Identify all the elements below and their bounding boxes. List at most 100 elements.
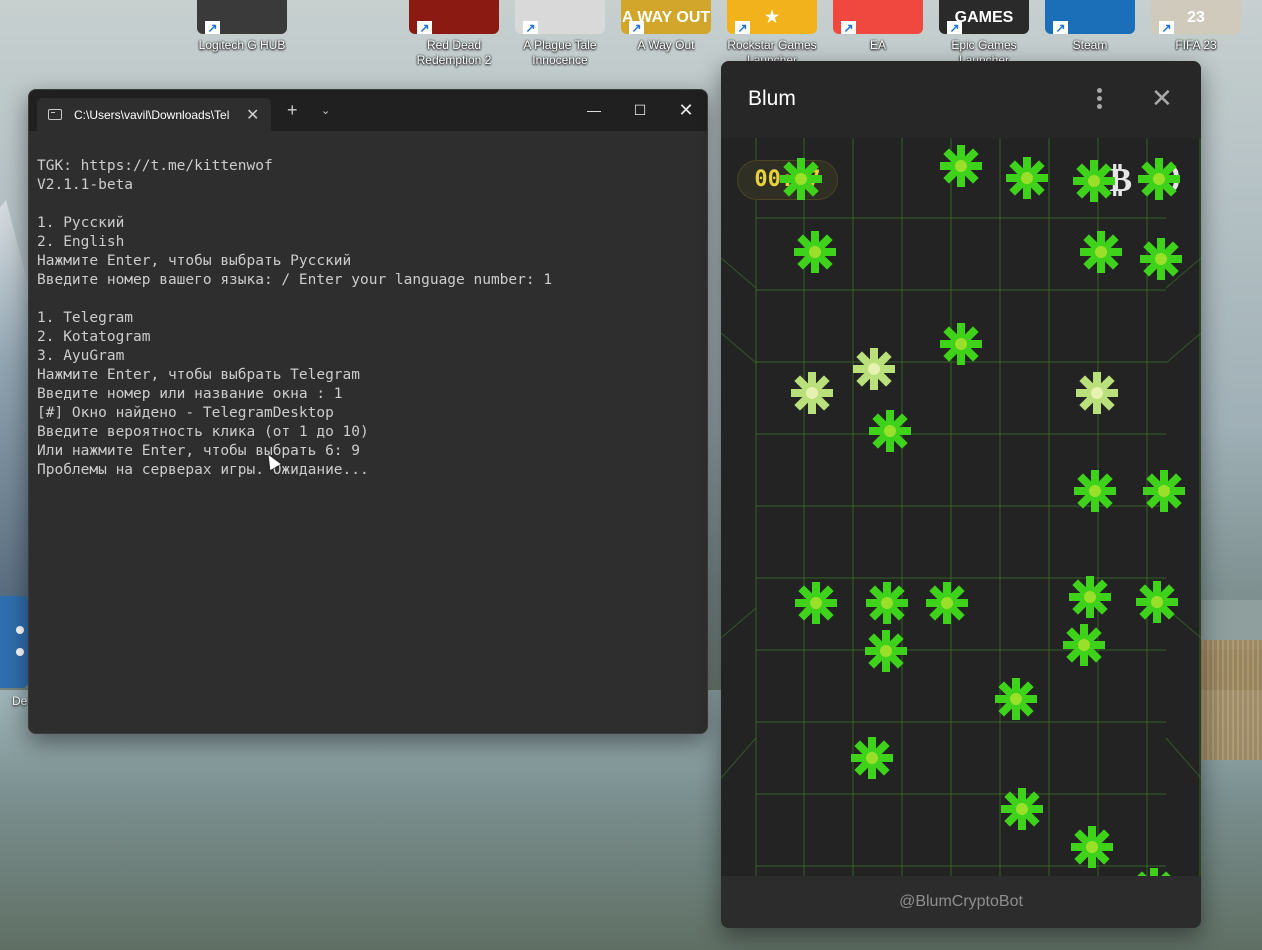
terminal-line: V2.1.1-beta [37, 177, 134, 193]
desktop-icon[interactable]: ↗ Red Dead Redemption 2 [402, 0, 506, 68]
desktop-icon-label: Steam [1072, 38, 1108, 52]
shortcut-arrow-icon: ↗ [523, 21, 538, 34]
shortcut-arrow-icon: ↗ [205, 21, 220, 34]
flower-target[interactable] [789, 370, 835, 416]
desktop-icon-label: EA [869, 38, 886, 52]
minimize-button[interactable]: — [571, 96, 617, 124]
flower-target[interactable] [863, 628, 909, 674]
app-icon: ★ ↗ [727, 0, 817, 34]
shortcut-arrow-icon: ↗ [735, 21, 750, 34]
flower-target[interactable] [867, 408, 913, 454]
terminal-line: Введите вероятность клика (от 1 до 10) [37, 424, 369, 440]
flower-target[interactable] [1136, 156, 1182, 202]
desktop-icon[interactable]: ↗ EA [826, 0, 930, 53]
bot-username: @BlumCryptoBot [721, 876, 1201, 928]
desktop-icon[interactable]: ↗ Steam [1038, 0, 1142, 53]
desktop-partial-icon[interactable] [0, 596, 28, 688]
more-options-icon[interactable] [1089, 87, 1109, 111]
desktop-icon[interactable]: ↗ Logitech G HUB [190, 0, 294, 53]
flower-target[interactable] [792, 229, 838, 275]
desktop-icon-label: A Way Out [637, 38, 695, 52]
shortcut-arrow-icon: ↗ [417, 21, 432, 34]
app-icon: ↗ [409, 0, 499, 34]
flower-target[interactable] [1004, 155, 1050, 201]
flower-target[interactable] [849, 735, 895, 781]
terminal-line: Проблемы на серверах игры. Ожидание... [37, 462, 369, 478]
grid-line [721, 332, 757, 364]
terminal-line: 1. Telegram [37, 310, 134, 326]
desktop-icon-label: Logitech G HUB [198, 38, 286, 52]
terminal-line: 2. English [37, 234, 125, 250]
flower-target[interactable] [1072, 468, 1118, 514]
flower-target[interactable] [864, 580, 910, 626]
terminal-line: 2. Kotatogram [37, 329, 151, 345]
desktop-icon[interactable]: A WAY OUT ↗ A Way Out [614, 0, 718, 53]
app-icon-text: ★ [764, 8, 780, 26]
flower-target[interactable] [793, 580, 839, 626]
flower-target[interactable] [1067, 574, 1113, 620]
flower-target[interactable] [1141, 468, 1187, 514]
terminal-window[interactable]: C:\Users\vavil\Downloads\Tel ✕ + ⌄ — ☐ ✕… [28, 89, 708, 734]
grid-line [721, 737, 757, 779]
shortcut-arrow-icon: ↗ [947, 21, 962, 34]
terminal-output[interactable]: TGK: https://t.me/kittenwof V2.1.1-beta 1.… [37, 157, 699, 725]
game-area[interactable]: 00:27 ₿ 0 [721, 138, 1201, 876]
desktop-icon[interactable]: ★ ↗ Rockstar Games Launcher [720, 0, 824, 68]
app-icon-text: GAMES [954, 8, 1014, 26]
terminal-line: Введите номер или название окна : 1 [37, 386, 343, 402]
flower-target[interactable] [1131, 866, 1177, 876]
desktop-icon[interactable]: GAMES ↗ Epic Games Launcher [932, 0, 1036, 68]
terminal-line: Введите номер вашего языка: / Enter your… [37, 272, 553, 288]
flower-target[interactable] [1071, 158, 1117, 204]
terminal-line: 3. AyuGram [37, 348, 125, 364]
terminal-line: Нажмите Enter, чтобы выбрать Русский [37, 253, 352, 269]
flower-target[interactable] [938, 143, 984, 189]
desktop-icon-label: FIFA 23 [1175, 38, 1217, 52]
flower-target[interactable] [851, 346, 897, 392]
flower-target[interactable] [993, 676, 1039, 722]
flower-target[interactable] [778, 156, 824, 202]
new-tab-button[interactable]: + [287, 100, 298, 121]
flower-target[interactable] [938, 321, 984, 367]
app-icon: ↗ [197, 0, 287, 34]
app-icon: ↗ [515, 0, 605, 34]
grid-line [721, 257, 757, 289]
close-window-button[interactable]: ✕ [663, 96, 707, 124]
blum-title: Blum [748, 87, 796, 110]
flower-target[interactable] [1138, 236, 1184, 282]
chevron-down-icon[interactable]: ⌄ [321, 104, 330, 117]
shortcut-arrow-icon: ↗ [841, 21, 856, 34]
desktop-icon[interactable]: 23 ↗ FIFA 23 [1144, 0, 1248, 53]
wallpaper-reeds [1192, 640, 1262, 760]
app-icon: A WAY OUT ↗ [621, 0, 711, 34]
maximize-button[interactable]: ☐ [617, 96, 663, 124]
desktop-partial-icon-label: De [12, 694, 28, 708]
desktop-icon-label: A Plague Tale Innocence [523, 38, 597, 67]
desktop-icon[interactable]: ↗ A Plague Tale Innocence [508, 0, 612, 68]
terminal-tab-title: C:\Users\vavil\Downloads\Tel [74, 107, 230, 122]
flower-target[interactable] [1074, 370, 1120, 416]
app-icon-text: 23 [1187, 8, 1205, 26]
blum-window[interactable]: Blum ✕ 00:27 ₿ 0 @BlumCryptoBot [721, 61, 1201, 928]
app-icon: 23 ↗ [1151, 0, 1241, 34]
blum-header: Blum ✕ [721, 61, 1201, 138]
flower-target[interactable] [1061, 622, 1107, 668]
tab-close-icon[interactable]: ✕ [246, 105, 259, 125]
flower-target[interactable] [1069, 824, 1115, 870]
shortcut-arrow-icon: ↗ [1159, 21, 1174, 34]
terminal-titlebar[interactable]: C:\Users\vavil\Downloads\Tel ✕ + ⌄ — ☐ ✕ [29, 90, 707, 131]
terminal-line: Или нажмите Enter, чтобы выбрать 6: 9 [37, 443, 361, 459]
app-icon: ↗ [1045, 0, 1135, 34]
terminal-tab[interactable]: C:\Users\vavil\Downloads\Tel ✕ [37, 98, 271, 131]
app-icon: GAMES ↗ [939, 0, 1029, 34]
grid-line [721, 607, 757, 639]
close-icon[interactable]: ✕ [1151, 83, 1173, 114]
flower-target[interactable] [999, 786, 1045, 832]
flower-target[interactable] [1078, 229, 1124, 275]
flower-target[interactable] [1134, 579, 1180, 625]
flower-target[interactable] [924, 580, 970, 626]
grid-line [1165, 737, 1201, 779]
grid-line [1165, 332, 1201, 364]
